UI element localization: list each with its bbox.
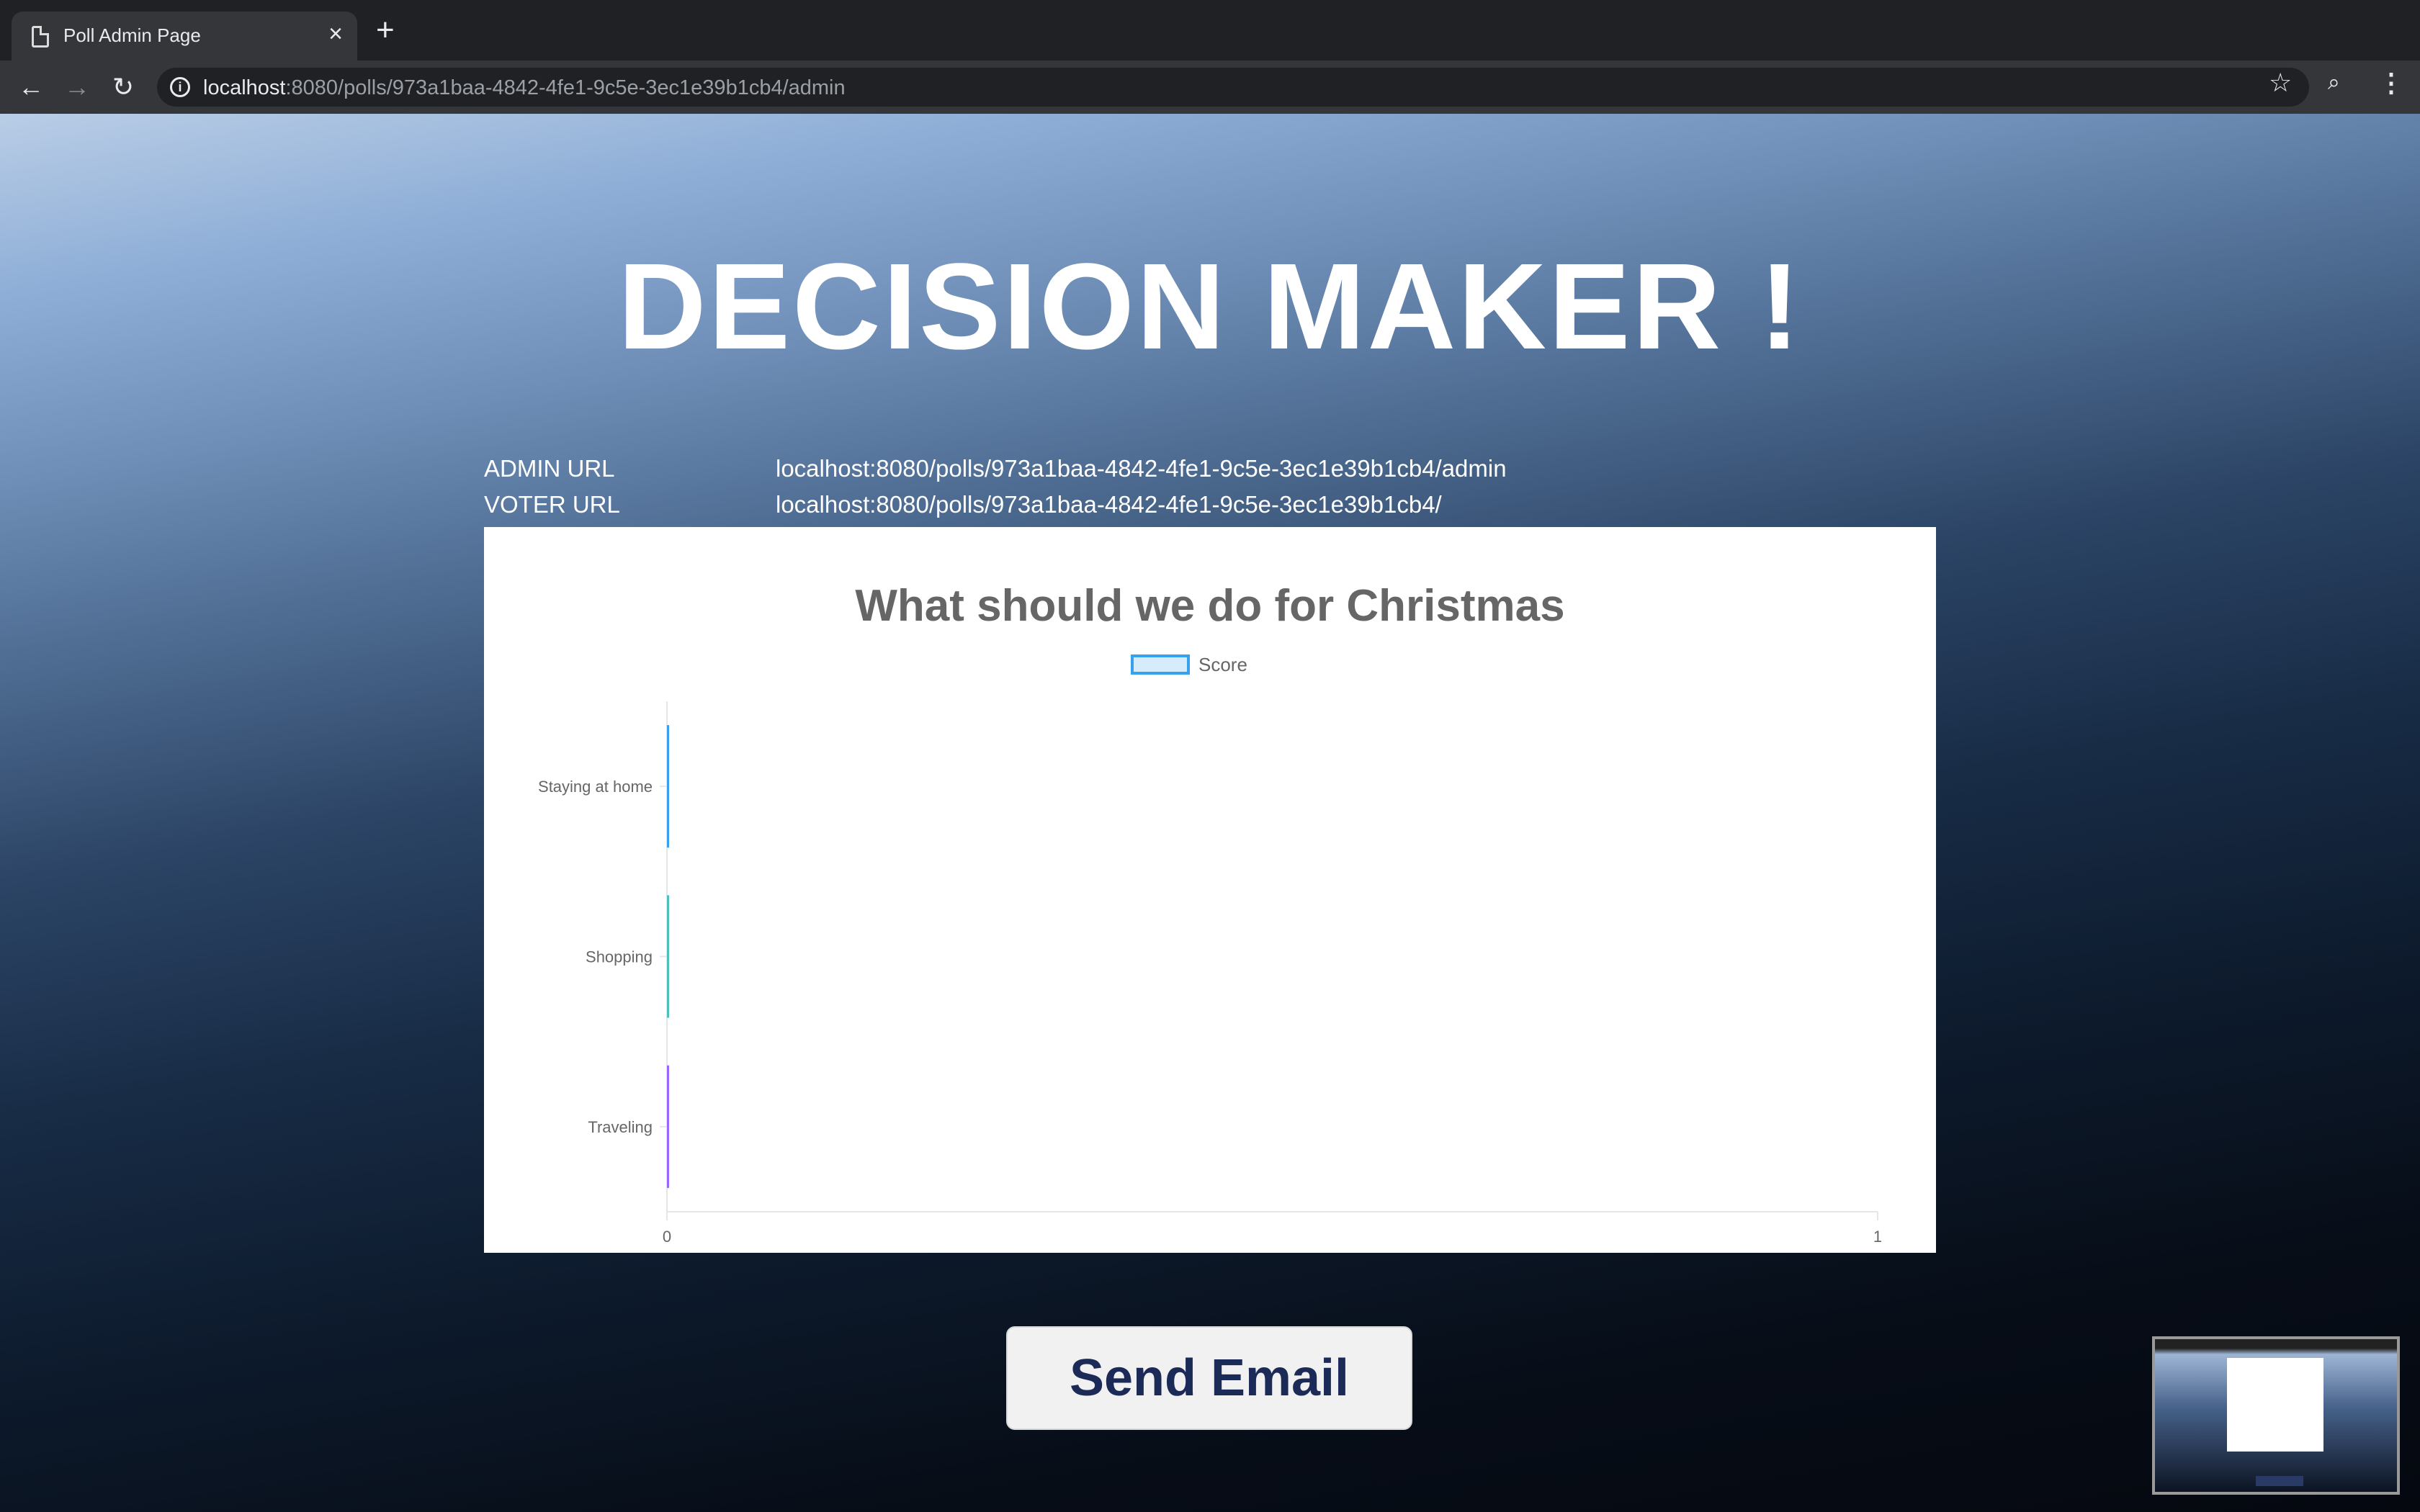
browser-tab[interactable]: Poll Admin Page × [12, 12, 357, 60]
screen-preview-thumbnail[interactable] [2152, 1336, 2400, 1495]
voter-url-value: localhost:8080/polls/973a1baa-4842-4fe1-… [776, 491, 1442, 518]
tab-title: Poll Admin Page [63, 24, 201, 46]
browser-tab-bar: Poll Admin Page × + [0, 0, 2420, 60]
admin-url-value: localhost:8080/polls/973a1baa-4842-4fe1-… [776, 455, 1507, 482]
url-path: :8080/polls/973a1baa-4842-4fe1-9c5e-3ec1… [285, 76, 846, 99]
admin-url-label: ADMIN URL [484, 455, 615, 482]
new-tab-button[interactable]: + [376, 14, 395, 46]
x-tick-label: 1 [1873, 1228, 1882, 1246]
address-text[interactable]: localhost:8080/polls/973a1baa-4842-4fe1-… [203, 76, 846, 100]
x-tick-label: 0 [663, 1228, 671, 1246]
voter-url-label: VOTER URL [484, 491, 620, 518]
results-chart: What should we do for Christmas Score 01… [484, 527, 1936, 1253]
page-title: DECISION MAKER ! [617, 238, 1803, 375]
browser-toolbar: ← → ↻ i localhost:8080/polls/973a1baa-48… [0, 60, 2420, 114]
bar-staying-at-home [667, 725, 669, 848]
url-host: localhost [203, 76, 286, 99]
chart-plot: 0 1 Staying at home Shopping Traveling [538, 701, 1882, 1246]
reload-icon[interactable]: ↻ [107, 71, 140, 104]
close-tab-icon[interactable]: × [328, 22, 343, 46]
forward-arrow-icon[interactable]: → [60, 71, 94, 104]
incognito-icon[interactable]: ⌕ [2328, 71, 2340, 95]
thumbnail-button [2256, 1476, 2303, 1486]
category-label: Staying at home [538, 778, 653, 796]
address-bar[interactable]: i localhost:8080/polls/973a1baa-4842-4fe… [157, 68, 2309, 107]
page-body: DECISION MAKER ! ADMIN URL localhost:808… [0, 114, 2420, 1512]
bar-traveling [667, 1065, 669, 1188]
back-arrow-icon[interactable]: ← [14, 71, 48, 104]
site-info-icon[interactable]: i [170, 77, 190, 97]
thumbnail-card [2227, 1358, 2323, 1452]
category-label: Shopping [586, 948, 653, 966]
bar-shopping [667, 895, 669, 1018]
browser-menu-icon[interactable]: ⋮ [2378, 68, 2404, 98]
bookmark-star-icon[interactable]: ☆ [2269, 68, 2292, 98]
category-label: Traveling [588, 1118, 653, 1136]
document-icon [32, 26, 49, 48]
send-email-button[interactable]: Send Email [1006, 1326, 1412, 1430]
